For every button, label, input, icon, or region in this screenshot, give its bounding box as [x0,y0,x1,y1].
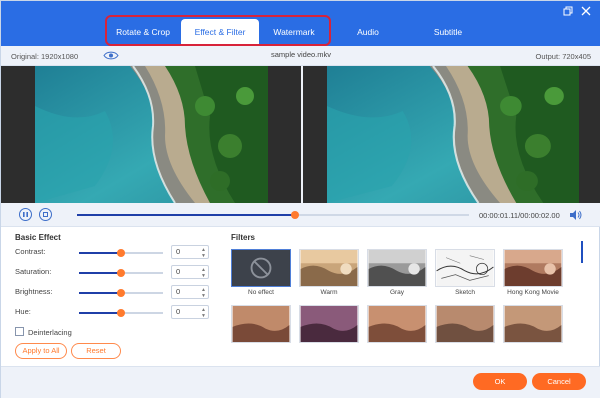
tab-effect-filter[interactable]: Effect & Filter [181,19,259,46]
playback-bar: 00:00:01.11/00:00:02.00 [1,203,600,227]
filter-label: Warm [320,289,338,296]
filter-label: No effect [248,289,274,296]
saturation-slider-fill [79,272,121,274]
ok-button[interactable]: OK [473,373,527,390]
tab-audio[interactable]: Audio [333,19,403,46]
apply-to-all-button[interactable]: Apply to All [15,343,67,359]
spin-arrows-icon[interactable]: ▲ ▼ [201,247,206,259]
footer-bar: OK Cancel [1,366,600,398]
filter-label: Gray [389,289,405,296]
reset-button[interactable]: Reset [71,343,121,359]
close-icon[interactable] [579,4,593,18]
stop-icon[interactable] [39,208,52,221]
file-name: sample video.mkv [270,50,332,59]
filter-label: Sketch [455,289,475,296]
no-effect-icon [232,250,290,286]
saturation-row: Saturation: 0 ▲ ▼ [15,265,215,279]
filter-hong-kong-movie[interactable] [503,249,563,287]
brightness-value: 0 [176,287,181,296]
output-preview [301,66,600,203]
original-video-frame [35,66,268,203]
spin-arrows-icon[interactable]: ▲ ▼ [201,287,206,299]
spin-arrows-icon[interactable]: ▲ ▼ [201,307,206,319]
info-bar: Original: 1920x1080 sample video.mkv Out… [1,46,600,66]
filters-scrollbar[interactable] [581,241,583,263]
contrast-label: Contrast: [15,247,46,256]
brightness-label: Brightness: [15,287,53,296]
restore-icon[interactable] [561,4,575,18]
tab-watermark[interactable]: Watermark [259,19,329,46]
timeline-slider[interactable] [77,211,469,219]
pause-icon[interactable] [19,208,32,221]
contrast-slider-handle[interactable] [117,249,125,257]
filter-thumbnail[interactable] [503,305,563,343]
basic-effect-title: Basic Effect [15,233,61,242]
effect-filter-window: Rotate & Crop Effect & Filter Watermark … [0,0,600,398]
hue-label: Hue: [15,307,31,316]
hue-input[interactable]: 0 ▲ ▼ [171,305,209,319]
spin-arrows-icon[interactable]: ▲ ▼ [201,267,206,279]
volume-icon[interactable] [569,209,583,223]
saturation-input[interactable]: 0 ▲ ▼ [171,265,209,279]
filter-thumbnail[interactable] [299,305,359,343]
timeline-progress [77,214,295,216]
filter-gray[interactable] [367,249,427,287]
filter-label: Hong Kong Movie [507,289,559,296]
tab-header: Rotate & Crop Effect & Filter Watermark … [1,1,600,46]
brightness-input[interactable]: 0 ▲ ▼ [171,285,209,299]
filter-thumbnail[interactable] [231,305,291,343]
hue-slider[interactable] [79,309,163,317]
contrast-input[interactable]: 0 ▲ ▼ [171,245,209,259]
saturation-slider[interactable] [79,269,163,277]
brightness-slider-fill [79,292,121,294]
saturation-label: Saturation: [15,267,52,276]
contrast-value: 0 [176,247,181,256]
brightness-slider-handle[interactable] [117,289,125,297]
hue-slider-handle[interactable] [117,309,125,317]
hue-slider-fill [79,312,121,314]
filters-title: Filters [231,233,256,242]
output-resolution: Output: 720x405 [535,52,591,61]
contrast-row: Contrast: 0 ▲ ▼ [15,245,215,259]
filter-sketch[interactable] [435,249,495,287]
hue-value: 0 [176,307,181,316]
contrast-slider[interactable] [79,249,163,257]
tab-rotate-crop[interactable]: Rotate & Crop [105,19,181,46]
cancel-button[interactable]: Cancel [532,373,586,390]
output-video-frame [327,66,579,203]
brightness-row: Brightness: 0 ▲ ▼ [15,285,215,299]
original-preview [1,66,301,203]
filter-thumbnail[interactable] [435,305,495,343]
filter-warm[interactable] [299,249,359,287]
hue-row: Hue: 0 ▲ ▼ [15,305,215,319]
playback-time: 00:00:01.11/00:00:02.00 [479,211,560,220]
tab-subtitle[interactable]: Subtitle [403,19,493,46]
timeline-handle[interactable] [290,211,299,219]
saturation-slider-handle[interactable] [117,269,125,277]
deinterlacing-label: Deinterlacing [28,328,72,337]
saturation-value: 0 [176,267,181,276]
brightness-slider[interactable] [79,289,163,297]
deinterlacing-checkbox[interactable] [15,327,24,336]
tab-bar: Rotate & Crop Effect & Filter Watermark … [105,19,493,46]
filter-thumbnail[interactable] [367,305,427,343]
filter-no-effect[interactable] [231,249,291,287]
contrast-slider-fill [79,252,121,254]
